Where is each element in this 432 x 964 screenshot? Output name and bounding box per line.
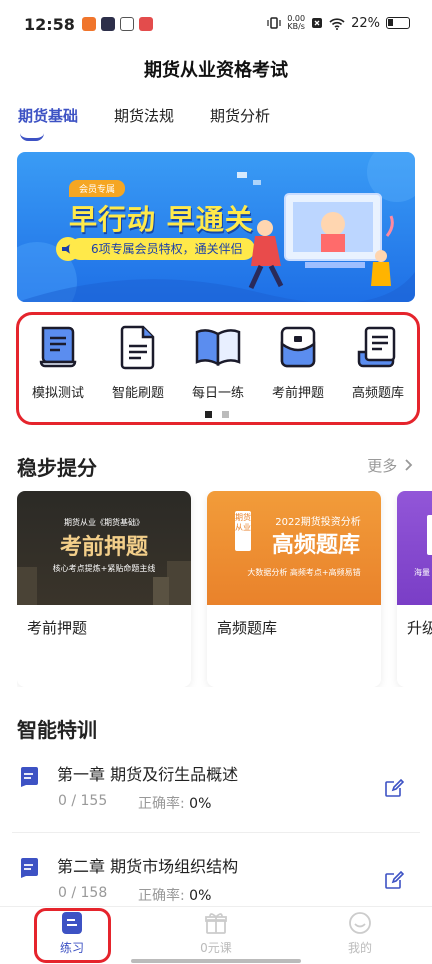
nav-label: 0元课 xyxy=(200,941,232,955)
accuracy-label: 正确率: xyxy=(138,888,185,904)
divider xyxy=(12,832,420,833)
chapter-title: 第一章 期货及衍生品概述 xyxy=(57,765,239,784)
wifi-icon xyxy=(329,17,345,30)
course-card-title: 升级 xyxy=(407,619,432,637)
chapter-icon xyxy=(21,858,38,878)
chapter-accuracy: 正确率: 0% xyxy=(138,885,211,905)
card-image-bottom-text: 核心考点提炼+紧贴命题主线 xyxy=(52,564,156,573)
quick-action-label: 考前押题 xyxy=(271,386,324,401)
chapter-progress: 0 / 158 xyxy=(58,885,108,901)
member-badge: 会员专属 xyxy=(69,180,126,197)
status-notification-icons xyxy=(82,17,153,31)
chevron-right-icon xyxy=(405,459,413,471)
tab-futures-regulations[interactable]: 期货法规 xyxy=(114,105,174,126)
accuracy-value: 0% xyxy=(189,796,212,812)
nav-practice-highlight xyxy=(34,908,111,963)
pager-dot[interactable] xyxy=(222,411,229,418)
quick-action-question-bank[interactable]: 高频题库 xyxy=(340,322,416,401)
pre-exam-icon xyxy=(280,326,316,368)
question-bank-icon xyxy=(357,326,396,368)
daily-practice-icon xyxy=(195,329,241,367)
video-app-icon xyxy=(101,17,115,31)
net-speed-unit: KB/s xyxy=(287,22,305,31)
promo-banner[interactable]: 会员专属 早行动 早通关 6项专属会员特权，通关伴侣 xyxy=(17,152,415,302)
card-image-headline: 考前押题 xyxy=(59,535,148,560)
sim-off-icon xyxy=(312,18,323,28)
subject-tabs: 期货基础 期货法规 期货分析 xyxy=(18,105,270,126)
course-card[interactable]: 期货从业 2022期货投资分析 高频题库 大数据分析 高频考点+高频易错 高频题… xyxy=(207,491,381,687)
quick-action-label: 智能刷题 xyxy=(111,386,164,401)
chapter-accuracy: 正确率: 0% xyxy=(138,793,211,813)
quick-action-mock-test[interactable]: 模拟测试 xyxy=(20,322,96,401)
course-card[interactable]: 海量 升级 xyxy=(397,491,432,687)
page-title: 期货从业资格考试 xyxy=(144,60,288,81)
course-card-title: 考前押题 xyxy=(27,619,88,637)
edit-icon[interactable] xyxy=(384,778,404,798)
net-speed: 0.00 KB/s xyxy=(287,15,305,31)
quick-action-smart-practice[interactable]: 智能刷题 xyxy=(100,322,176,401)
status-right: 0.00 KB/s 22% xyxy=(267,15,410,31)
quick-action-label: 模拟测试 xyxy=(31,386,84,401)
quick-action-label: 高频题库 xyxy=(351,386,404,401)
shop-app-icon xyxy=(139,17,153,31)
chapter-title: 第二章 期货市场组织结构 xyxy=(57,857,239,876)
profile-icon xyxy=(349,912,371,934)
card-image-top-text: 2022期货投资分析 xyxy=(275,517,361,528)
app-notification-icon xyxy=(82,17,96,31)
card-image-headline: 高频题库 xyxy=(271,533,360,558)
quick-actions-pager xyxy=(205,411,229,418)
more-link-label: 更多 xyxy=(367,457,398,475)
link-app-icon xyxy=(120,17,134,31)
card-image-top-text: 期货从业《期货基础》 xyxy=(64,518,144,527)
quick-action-daily-practice[interactable]: 每日一练 xyxy=(180,322,256,401)
status-time: 12:58 xyxy=(24,15,75,34)
battery-percent: 22% xyxy=(351,15,380,31)
more-link[interactable]: 更多 xyxy=(367,455,414,476)
quick-action-pre-exam[interactable]: 考前押题 xyxy=(260,322,336,401)
card-image-tag xyxy=(427,515,432,555)
training-section-title: 智能特训 xyxy=(17,718,97,742)
quick-actions: 模拟测试 智能刷题 每日一练 考前押题 高频题库 xyxy=(16,322,420,401)
chapter-icon xyxy=(21,767,38,787)
edit-icon[interactable] xyxy=(384,870,404,890)
pager-dot-active[interactable] xyxy=(205,411,212,418)
active-tab-indicator xyxy=(20,133,44,141)
course-card-image: 期货从业 2022期货投资分析 高频题库 大数据分析 高频考点+高频易错 xyxy=(207,491,381,605)
vibrate-icon xyxy=(267,17,281,29)
smart-practice-icon xyxy=(120,325,155,370)
chapter-progress: 0 / 155 xyxy=(58,793,108,809)
banner-pill: 6项专属会员特权，通关伴侣 xyxy=(69,238,255,260)
quick-action-label: 每日一练 xyxy=(191,386,244,401)
banner-illustration xyxy=(248,193,394,290)
gift-icon xyxy=(205,913,227,934)
tab-futures-basics[interactable]: 期货基础 xyxy=(18,105,78,126)
battery-icon xyxy=(386,17,410,29)
accuracy-label: 正确率: xyxy=(138,796,185,812)
tab-futures-analysis[interactable]: 期货分析 xyxy=(210,105,270,126)
steady-section-title: 稳步提分 xyxy=(17,456,97,480)
status-bar: 12:58 0.00 KB/s 22% xyxy=(0,0,432,52)
nav-label: 我的 xyxy=(347,941,372,955)
card-image-top-text: 海量 xyxy=(414,568,430,577)
course-card-image: 海量 xyxy=(397,491,432,605)
mock-test-icon xyxy=(39,326,77,368)
course-card-title: 高频题库 xyxy=(217,619,278,637)
accuracy-value: 0% xyxy=(189,888,212,904)
home-indicator[interactable] xyxy=(131,959,301,963)
course-card-image: 期货从业《期货基础》 考前押题 核心考点提炼+紧贴命题主线 xyxy=(17,491,191,605)
course-cards: 期货从业《期货基础》 考前押题 核心考点提炼+紧贴命题主线 考前押题 期货从业 … xyxy=(17,491,432,687)
course-card[interactable]: 期货从业《期货基础》 考前押题 核心考点提炼+紧贴命题主线 考前押题 xyxy=(17,491,191,687)
nav-profile[interactable]: 我的 xyxy=(320,911,400,956)
card-image-bottom-text: 大数据分析 高频考点+高频易错 xyxy=(247,568,361,577)
nav-free-course[interactable]: 0元课 xyxy=(176,911,256,956)
banner-headline: 早行动 早通关 xyxy=(69,203,254,236)
